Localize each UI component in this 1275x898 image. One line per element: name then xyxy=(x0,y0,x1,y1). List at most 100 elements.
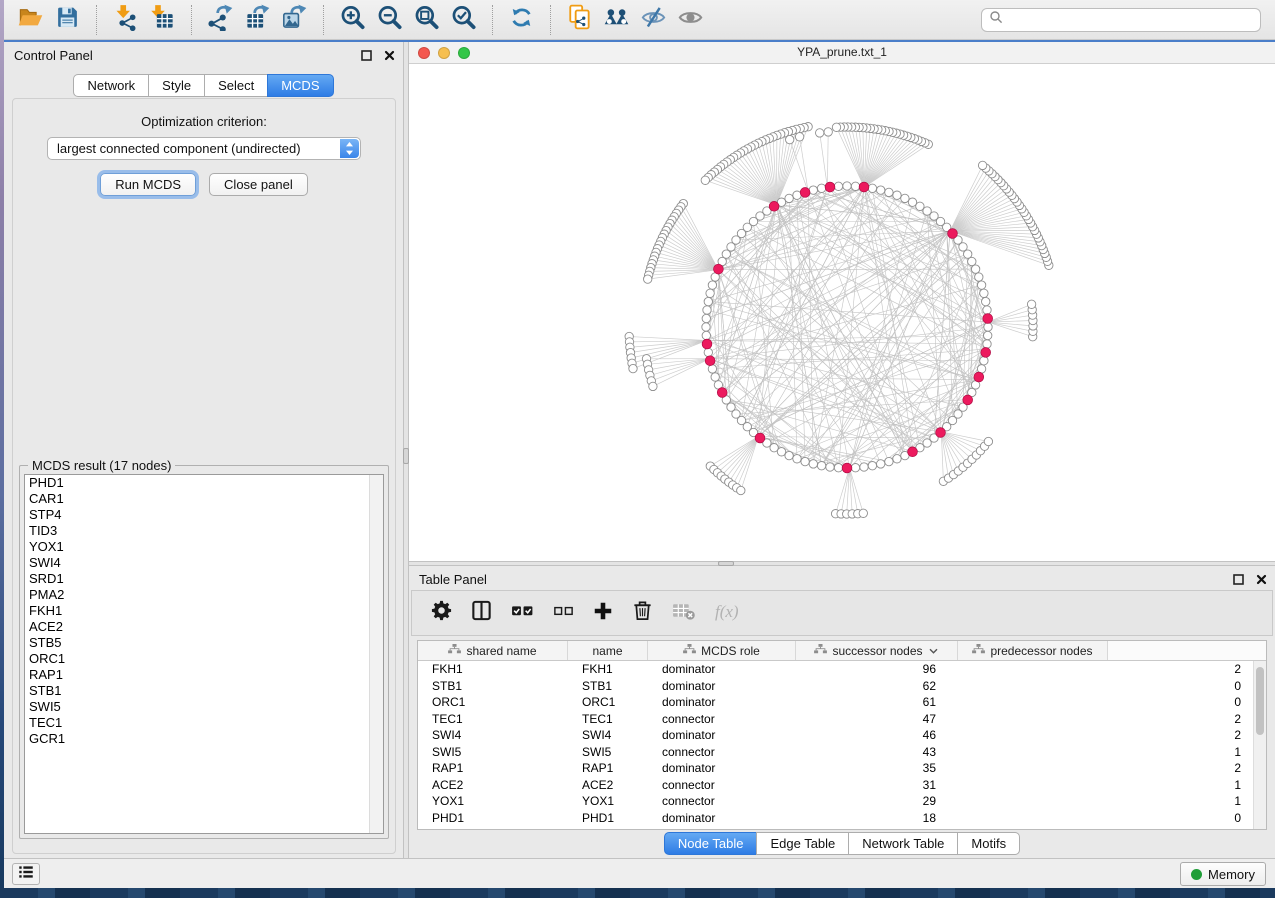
show-columns-button[interactable] xyxy=(470,599,493,627)
graph-node[interactable] xyxy=(704,297,712,305)
close-panel-icon[interactable] xyxy=(1256,573,1267,588)
cell-predecessor-nodes[interactable]: 0 xyxy=(958,810,1253,827)
graph-node[interactable] xyxy=(843,182,851,190)
cell-successor-nodes[interactable]: 96 xyxy=(796,661,958,678)
graph-leaf-node[interactable] xyxy=(859,509,867,517)
column-header-shared-name[interactable]: shared name xyxy=(418,641,568,660)
cell-name[interactable]: FKH1 xyxy=(568,661,648,678)
cell-successor-nodes[interactable]: 62 xyxy=(796,678,958,695)
graph-mcds-hub-node[interactable] xyxy=(936,428,946,438)
save-session-button[interactable] xyxy=(49,4,86,36)
graph-node[interactable] xyxy=(885,457,893,465)
column-header-mcds-role[interactable]: MCDS role xyxy=(648,641,796,660)
cell-predecessor-nodes[interactable]: 1 xyxy=(958,777,1253,794)
cell-predecessor-nodes[interactable]: 0 xyxy=(958,678,1253,695)
cell-mcds-role[interactable]: dominator xyxy=(648,661,796,678)
cell-successor-nodes[interactable]: 61 xyxy=(796,694,958,711)
cell-mcds-role[interactable]: connector xyxy=(648,744,796,761)
close-panel-button[interactable]: Close panel xyxy=(209,173,308,196)
table-row[interactable]: ACE2ACE2connector311 xyxy=(418,777,1253,794)
table-row[interactable]: ORC1ORC1dominator610 xyxy=(418,694,1253,711)
mcds-node-item[interactable]: SRD1 xyxy=(25,571,383,587)
graph-node[interactable] xyxy=(860,463,868,471)
graph-node[interactable] xyxy=(885,188,893,196)
graph-node[interactable] xyxy=(704,348,712,356)
mcds-node-item[interactable]: RAP1 xyxy=(25,667,383,683)
graph-node[interactable] xyxy=(901,194,909,202)
graph-mcds-hub-node[interactable] xyxy=(983,314,993,324)
float-panel-icon[interactable] xyxy=(361,49,372,64)
mcds-node-item[interactable]: PHD1 xyxy=(25,475,383,491)
graph-leaf-node[interactable] xyxy=(649,382,657,390)
graph-node[interactable] xyxy=(785,451,793,459)
graph-mcds-hub-node[interactable] xyxy=(702,339,712,349)
cell-shared-name[interactable]: ACE2 xyxy=(418,777,568,794)
mcds-node-item[interactable]: SWI5 xyxy=(25,699,383,715)
graph-node[interactable] xyxy=(982,297,990,305)
table-row[interactable]: TEC1TEC1connector472 xyxy=(418,711,1253,728)
function-builder-button[interactable]: f(x) xyxy=(713,599,747,628)
cell-predecessor-nodes[interactable]: 2 xyxy=(958,661,1253,678)
cell-mcds-role[interactable]: dominator xyxy=(648,678,796,695)
cell-shared-name[interactable]: SWI4 xyxy=(418,727,568,744)
graph-node[interactable] xyxy=(877,460,885,468)
table-scrollbar-thumb[interactable] xyxy=(1256,667,1264,735)
add-column-button[interactable] xyxy=(592,600,614,627)
unselect-all-button[interactable] xyxy=(552,599,575,627)
task-history-button[interactable] xyxy=(12,863,40,885)
export-table-button[interactable] xyxy=(239,4,276,36)
mcds-result-list[interactable]: PHD1CAR1STP4TID3YOX1SWI4SRD1PMA2FKH1ACE2… xyxy=(24,474,384,834)
graph-node[interactable] xyxy=(785,194,793,202)
cell-name[interactable]: SWI5 xyxy=(568,744,648,761)
graph-node[interactable] xyxy=(809,460,817,468)
graph-leaf-node[interactable] xyxy=(795,133,803,141)
graph-node[interactable] xyxy=(877,186,885,194)
graph-leaf-node[interactable] xyxy=(786,135,794,143)
graph-node[interactable] xyxy=(702,323,710,331)
cell-predecessor-nodes[interactable]: 2 xyxy=(958,727,1253,744)
import-table-button[interactable] xyxy=(144,4,181,36)
cell-successor-nodes[interactable]: 46 xyxy=(796,727,958,744)
graph-node[interactable] xyxy=(702,314,710,322)
graph-node[interactable] xyxy=(984,331,992,339)
cell-mcds-role[interactable]: connector xyxy=(648,793,796,810)
graph-node[interactable] xyxy=(834,182,842,190)
cell-shared-name[interactable]: STB1 xyxy=(418,678,568,695)
cell-predecessor-nodes[interactable]: 1 xyxy=(958,744,1253,761)
cell-shared-name[interactable]: PHD1 xyxy=(418,810,568,827)
clone-network-button[interactable] xyxy=(561,4,598,36)
mcds-node-item[interactable]: STP4 xyxy=(25,507,383,523)
graph-mcds-hub-node[interactable] xyxy=(755,433,765,443)
hide-selected-button[interactable] xyxy=(635,4,672,36)
graph-node[interactable] xyxy=(908,198,916,206)
table-row[interactable]: PHD1PHD1dominator180 xyxy=(418,810,1253,827)
cell-name[interactable]: YOX1 xyxy=(568,793,648,810)
graph-mcds-hub-node[interactable] xyxy=(974,372,984,382)
graph-node[interactable] xyxy=(971,265,979,273)
graph-leaf-node[interactable] xyxy=(644,275,652,283)
mcds-node-item[interactable]: SWI4 xyxy=(25,555,383,571)
optimization-criterion-dropdown[interactable]: largest connected component (undirected) xyxy=(47,137,361,160)
zoom-fit-button[interactable] xyxy=(408,4,445,36)
cell-mcds-role[interactable]: connector xyxy=(648,711,796,728)
graph-node[interactable] xyxy=(893,191,901,199)
cell-shared-name[interactable]: RAP1 xyxy=(418,760,568,777)
cell-mcds-role[interactable]: connector xyxy=(648,777,796,794)
import-network-button[interactable] xyxy=(107,4,144,36)
cell-mcds-role[interactable]: dominator xyxy=(648,727,796,744)
graph-node[interactable] xyxy=(708,281,716,289)
graph-node[interactable] xyxy=(984,323,992,331)
search-neighbors-button[interactable] xyxy=(598,4,635,36)
cell-shared-name[interactable]: ORC1 xyxy=(418,694,568,711)
tab-edge-table[interactable]: Edge Table xyxy=(756,832,849,855)
cell-name[interactable]: RAP1 xyxy=(568,760,648,777)
cell-successor-nodes[interactable]: 47 xyxy=(796,711,958,728)
graph-leaf-node[interactable] xyxy=(701,176,709,184)
zoom-in-button[interactable] xyxy=(334,4,371,36)
tab-network[interactable]: Network xyxy=(73,74,149,97)
graph-node[interactable] xyxy=(834,464,842,472)
graph-mcds-hub-node[interactable] xyxy=(981,348,991,358)
mcds-node-item[interactable]: ORC1 xyxy=(25,651,383,667)
cell-mcds-role[interactable]: dominator xyxy=(648,760,796,777)
graph-node[interactable] xyxy=(868,184,876,192)
